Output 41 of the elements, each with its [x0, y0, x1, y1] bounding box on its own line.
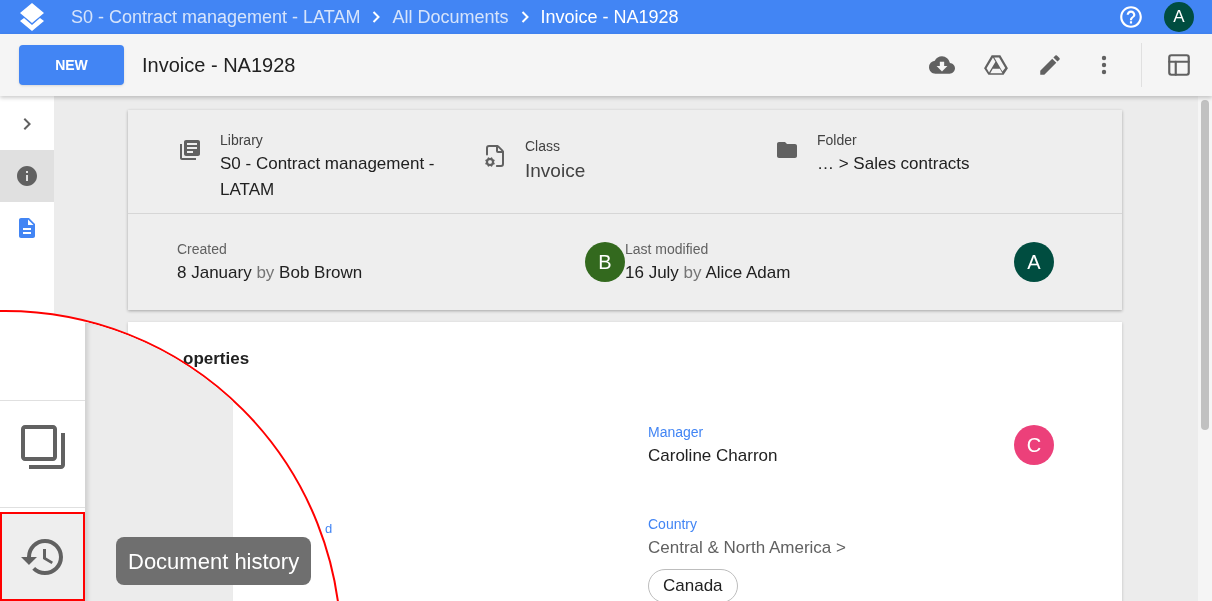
layout-icon: [1166, 52, 1192, 78]
field-label: Class: [525, 137, 561, 156]
field-label: Folder: [817, 131, 858, 150]
field-label: Library: [220, 131, 264, 150]
breadcrumb-link[interactable]: Invoice - NA1928: [540, 3, 679, 31]
document-title: Invoice - NA1928: [142, 53, 296, 78]
field-label: Manager: [648, 422, 705, 442]
history-text: 16 July by Alice Adam: [625, 261, 792, 284]
info-icon: [15, 164, 39, 188]
breadcrumb-link[interactable]: All Documents: [392, 3, 509, 31]
triangle-icon: [983, 52, 1009, 78]
new-button[interactable]: NEW: [19, 45, 124, 85]
field-value: Invoice: [525, 159, 587, 183]
library-icon: [178, 138, 202, 162]
file-gear-icon: [483, 144, 507, 168]
section-title: operties: [183, 348, 251, 370]
avatar: A: [1164, 2, 1194, 32]
history-text: 8 January by Bob Brown: [177, 261, 364, 284]
more-icon: [1101, 55, 1107, 75]
field-value: … > Sales contracts: [817, 153, 971, 175]
info-button[interactable]: [0, 150, 54, 202]
tooltip: Document history: [116, 537, 312, 585]
field-value: Central & North America >: [648, 537, 846, 559]
scrollbar-thumb[interactable]: [1201, 100, 1209, 430]
help-icon[interactable]: [1118, 4, 1144, 30]
field-label: Country: [648, 515, 698, 534]
history-button[interactable]: [0, 512, 85, 601]
chevron-icon: [520, 11, 529, 23]
breadcrumb-link[interactable]: S0 - Contract management - LATAM: [71, 3, 361, 31]
avatar: B: [585, 242, 625, 282]
field-value: S0 - Contract management - LATAM: [220, 153, 436, 201]
history-label: Created: [177, 239, 228, 259]
field-value: Caroline Charron: [648, 444, 779, 467]
avatar: C: [1014, 424, 1054, 465]
avatar: A: [1014, 242, 1054, 282]
pencil-icon: [1037, 52, 1063, 78]
field-label: d: [325, 520, 333, 536]
history-label: Last modified: [625, 239, 710, 259]
logo-icon: [19, 2, 45, 32]
copy-icon: [18, 422, 67, 471]
chevron-icon: [372, 11, 381, 23]
